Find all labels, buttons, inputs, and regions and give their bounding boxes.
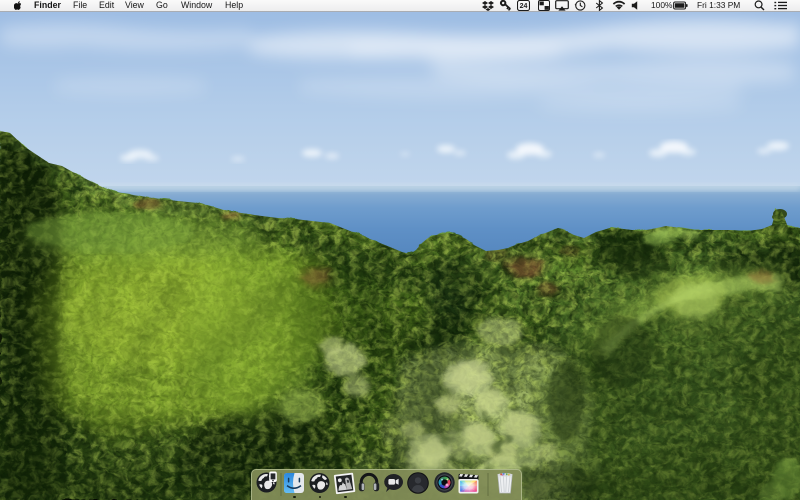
svg-text:24: 24 (520, 3, 528, 10)
